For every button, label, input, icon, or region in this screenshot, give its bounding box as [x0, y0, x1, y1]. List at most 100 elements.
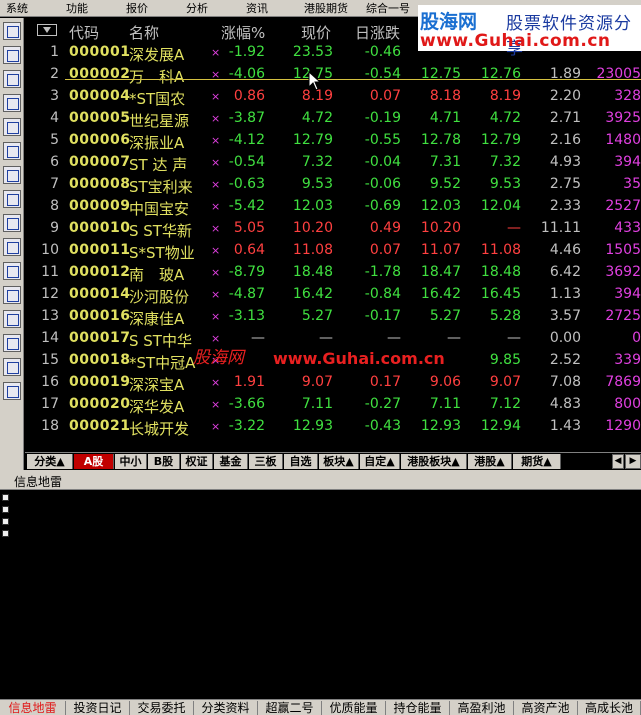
menu-news[interactable]: 资讯: [246, 1, 268, 16]
current-price: 12.79: [292, 132, 333, 148]
table-row[interactable]: 4 000005 世纪星源 × -3.87 4.72 -0.19 4.71 4.72 2.71 39…: [25, 108, 641, 130]
menu-analysis[interactable]: 分析: [186, 1, 208, 16]
users-icon[interactable]: [3, 214, 21, 232]
table-row[interactable]: 17 000020 深华发A × -3.66 7.11 -0.27 7.11 7.12 4.83 8…: [25, 394, 641, 416]
report-icon[interactable]: [3, 118, 21, 136]
bottom-tab[interactable]: 信息地雷: [0, 701, 66, 715]
amount: 1505: [605, 242, 641, 258]
bottom-tab[interactable]: 优质能量: [322, 701, 386, 715]
bottom-tab[interactable]: 高盈利池: [450, 701, 514, 715]
stock-code: 000018: [69, 352, 131, 368]
table-row[interactable]: 9 000010 S ST华新 × 5.05 10.20 0.49 10.20 — 11.11 43…: [25, 218, 641, 240]
search-icon[interactable]: [3, 262, 21, 280]
market-tab[interactable]: B股: [148, 454, 180, 469]
table-row[interactable]: 18 000021 长城开发 × -3.22 12.93 -0.43 12.93 12.94 1.…: [25, 416, 641, 438]
bottom-tab[interactable]: 分类资料: [194, 701, 258, 715]
ask-price: 7.32: [489, 154, 521, 170]
mark-icon: ×: [211, 244, 221, 257]
bottom-tab[interactable]: 交易委托: [130, 701, 194, 715]
header-name[interactable]: 名称: [129, 22, 159, 43]
ask-price: 11.08: [480, 242, 521, 258]
ask-price: 9.85: [489, 352, 521, 368]
table-row[interactable]: 16 000019 深深宝A × 1.91 9.07 0.17 9.06 9.07 7.08 786…: [25, 372, 641, 394]
table-row[interactable]: 12 000014 沙河股份 × -4.87 16.42 -0.84 16.42 16.45 1.…: [25, 284, 641, 306]
market-tab[interactable]: 基金: [214, 454, 248, 469]
change-percent: -4.87: [228, 286, 265, 302]
market-tab[interactable]: 三板: [249, 454, 283, 469]
table-row[interactable]: 2 000002 万 科A × -4.06 12.75 -0.54 12.75 12.76 1.8…: [25, 64, 641, 86]
bottom-tab[interactable]: 投资日记: [66, 701, 130, 715]
quote-icon[interactable]: [3, 22, 21, 40]
market-tab[interactable]: 期货▲: [513, 454, 561, 469]
header-code[interactable]: 代码: [69, 22, 99, 43]
kline-icon[interactable]: [3, 94, 21, 112]
tools-icon[interactable]: [3, 382, 21, 400]
folder-icon[interactable]: [3, 310, 21, 328]
chart-icon[interactable]: [3, 70, 21, 88]
menu-system[interactable]: 系统: [6, 1, 28, 16]
bottom-tab[interactable]: 超赢二号: [258, 701, 322, 715]
volume-ratio: 2.75: [549, 176, 581, 192]
bottom-tab[interactable]: 持仓能量: [386, 701, 450, 715]
tab-scroll-right-icon[interactable]: ▶: [625, 454, 641, 469]
doc-icon[interactable]: [3, 166, 21, 184]
panel-btn-1[interactable]: [2, 494, 9, 501]
table-row[interactable]: 8 000009 中国宝安 × -5.42 12.03 -0.69 12.03 12.04 2.3…: [25, 196, 641, 218]
market-tab[interactable]: 港股▲: [468, 454, 512, 469]
row-index: 13: [41, 308, 59, 324]
market-tab[interactable]: 板块▲: [319, 454, 359, 469]
exchange-icon[interactable]: [3, 358, 21, 376]
current-price: 9.53: [301, 176, 333, 192]
f10-icon[interactable]: [3, 238, 21, 256]
market-tab[interactable]: 中小: [115, 454, 147, 469]
menu-composite-1[interactable]: 综合一号: [366, 1, 410, 16]
header-chg[interactable]: 日涨跌: [355, 22, 400, 43]
stock-name: 深华发A: [129, 398, 185, 416]
row-index: 5: [50, 132, 59, 148]
stock-name: ST 达 声: [129, 156, 188, 174]
table-row[interactable]: 7 000008 ST宝利来 × -0.63 9.53 -0.06 9.52 9.53 2.75 3…: [25, 174, 641, 196]
market-tab[interactable]: 自定▲: [360, 454, 400, 469]
info-panel-header: 信息地雷: [0, 470, 641, 490]
panel-btn-4[interactable]: [2, 530, 9, 537]
list-icon[interactable]: [3, 46, 21, 64]
menu-function[interactable]: 功能: [66, 1, 88, 16]
header-pct[interactable]: 涨幅%: [221, 22, 265, 43]
mark-icon: ×: [211, 134, 221, 147]
etf-icon[interactable]: [3, 286, 21, 304]
mail-icon[interactable]: [3, 190, 21, 208]
table-row[interactable]: 11 000012 南 玻A × -8.79 18.48 -1.78 18.47 18.48 6.…: [25, 262, 641, 284]
row-index: 10: [41, 242, 59, 258]
table-row[interactable]: 5 000006 深振业A × -4.12 12.79 -0.55 12.78 12.79 2.1…: [25, 130, 641, 152]
table-row[interactable]: 3 000004 *ST国农 × 0.86 8.19 0.07 8.18 8.19 2.20 328: [25, 86, 641, 108]
logo-url: www.Guhai.com.cn: [420, 31, 611, 51]
panel-btn-2[interactable]: [2, 506, 9, 513]
market-tab[interactable]: 自选: [284, 454, 318, 469]
bottom-tab[interactable]: 高成长池: [578, 701, 641, 715]
market-tab[interactable]: A股: [74, 454, 114, 469]
row-index: 11: [41, 264, 59, 280]
header-price[interactable]: 现价: [301, 22, 331, 43]
stock-code: 000006: [69, 132, 131, 148]
daily-change: -0.06: [364, 176, 401, 192]
market-tab[interactable]: 分类▲: [27, 454, 73, 469]
stock-name: S ST华新: [129, 222, 192, 240]
daily-change: —: [387, 330, 401, 346]
table-row[interactable]: 14 000017 S ST中华 × — — — — —0.00 0: [25, 328, 641, 350]
table-icon[interactable]: [3, 142, 21, 160]
panel-btn-3[interactable]: [2, 518, 9, 525]
market-tab[interactable]: 权证: [181, 454, 213, 469]
tab-scroll-left-icon[interactable]: ◀: [612, 454, 624, 469]
table-row[interactable]: 6 000007 ST 达 声 × -0.54 7.32 -0.04 7.31 7.32 4.93…: [25, 152, 641, 174]
menu-hk-futures[interactable]: 港股期货: [304, 1, 348, 16]
bottom-tab[interactable]: 高资产池: [514, 701, 578, 715]
table-row[interactable]: 13 000016 深康佳A × -3.13 5.27 -0.17 5.27 5.28 3.57 2…: [25, 306, 641, 328]
column-menu-dropdown-icon[interactable]: [37, 24, 57, 36]
table-row[interactable]: 10 000011 S*ST物业 × 0.64 11.08 0.07 11.07 11.08 4.…: [25, 240, 641, 262]
bid-price: 8.18: [429, 88, 461, 104]
menu-quote[interactable]: 报价: [126, 1, 148, 16]
row-index: 3: [50, 88, 59, 104]
sort-icon[interactable]: [3, 334, 21, 352]
stock-name: 沙河股份: [129, 288, 190, 306]
market-tab[interactable]: 港股板块▲: [401, 454, 467, 469]
